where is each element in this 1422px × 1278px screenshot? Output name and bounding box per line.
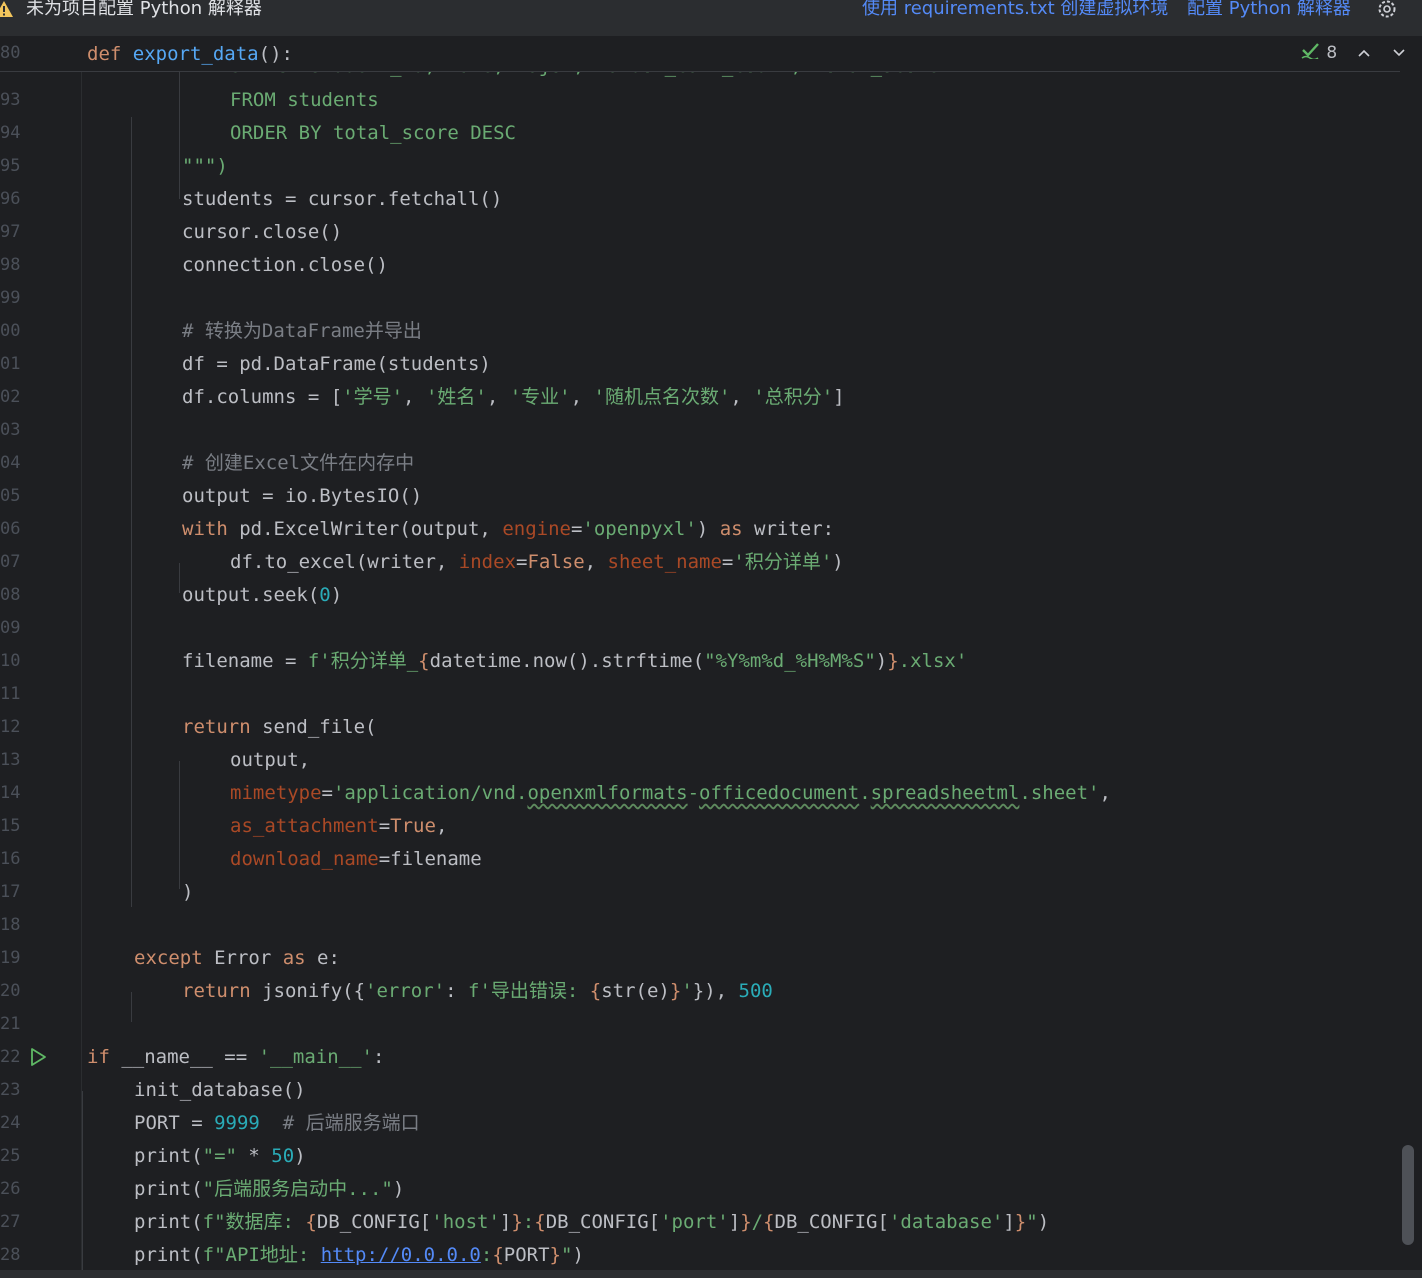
- code-line: except Error as e:: [134, 947, 340, 969]
- line-number: 95: [0, 156, 21, 176]
- line-number: 20: [0, 981, 21, 1001]
- configure-interpreter-link[interactable]: 配置 Python 解释器: [1187, 0, 1351, 21]
- line-number: 21: [0, 1014, 21, 1034]
- indent-guide: [179, 563, 180, 593]
- line-number: 03: [0, 420, 21, 440]
- line-number: 14: [0, 783, 21, 803]
- line-number: 11: [0, 684, 21, 704]
- indent-guide: [82, 1091, 83, 1270]
- sticky-scope-header[interactable]: 80 def export_data():: [0, 37, 1400, 72]
- line-number: 23: [0, 1080, 21, 1100]
- code-comment: # 转换为DataFrame并导出: [182, 320, 422, 342]
- line-number: 07: [0, 552, 21, 572]
- code-line: as_attachment=True,: [230, 815, 448, 837]
- banner-message: 未为项目配置 Python 解释器: [26, 0, 262, 19]
- chevron-down-icon[interactable]: [1392, 43, 1406, 63]
- line-number: 99: [0, 288, 21, 308]
- chevron-up-icon[interactable]: [1357, 43, 1371, 63]
- code-line: ): [182, 881, 194, 903]
- inspection-widget[interactable]: 8: [1301, 41, 1406, 64]
- line-number: 09: [0, 618, 21, 638]
- code-line: PORT = 9999 # 后端服务端口: [134, 1112, 420, 1134]
- code-line: connection.close(): [182, 254, 388, 276]
- line-number: 12: [0, 717, 21, 737]
- create-venv-link[interactable]: 使用 requirements.txt 创建虚拟环境: [862, 0, 1168, 21]
- code-line: df = pd.DataFrame(students): [182, 353, 491, 375]
- code-line: print(f"数据库: {DB_CONFIG['host']}:{DB_CON…: [134, 1211, 1050, 1233]
- line-number: 93: [0, 90, 21, 110]
- code-line: with pd.ExcelWriter(output, engine='open…: [182, 518, 835, 540]
- line-number: 06: [0, 519, 21, 539]
- line-number: 00: [0, 321, 21, 341]
- code-line: return jsonify({'error': f'导出错误: {str(e)…: [182, 980, 773, 1002]
- line-number: 08: [0, 585, 21, 605]
- line-number: 15: [0, 816, 21, 836]
- code-line: mimetype='application/vnd.openxmlformats…: [230, 782, 1111, 804]
- code-comment: # 创建Excel文件在内存中: [182, 452, 415, 474]
- url-link[interactable]: http://0.0.0.0: [321, 1244, 481, 1266]
- line-number: 27: [0, 1212, 21, 1232]
- line-number: 26: [0, 1179, 21, 1199]
- run-icon[interactable]: [28, 1047, 48, 1071]
- line-number: 19: [0, 948, 21, 968]
- line-number: 24: [0, 1113, 21, 1133]
- status-bar-edge: [0, 1270, 1422, 1278]
- code-line: print("=" * 50): [134, 1145, 306, 1167]
- code-editor[interactable]: 80 def export_data(): 8 9193949596979899…: [0, 37, 1422, 1270]
- line-number: 94: [0, 123, 21, 143]
- line-number: 05: [0, 486, 21, 506]
- line-number: 13: [0, 750, 21, 770]
- indent-guide: [179, 67, 180, 199]
- line-number: 98: [0, 255, 21, 275]
- code-line: init_database(): [134, 1079, 306, 1101]
- line-number: 01: [0, 354, 21, 374]
- warning-icon: [0, 0, 14, 22]
- indent-guide: [131, 117, 132, 907]
- code-line: students = cursor.fetchall(): [182, 188, 503, 210]
- code-line: if __name__ == '__main__':: [87, 1046, 385, 1068]
- vertical-scrollbar[interactable]: [1402, 1145, 1414, 1245]
- code-line: FROM students: [230, 89, 379, 111]
- keyword: def: [87, 43, 122, 65]
- code-line: df.to_excel(writer, index=False, sheet_n…: [230, 551, 844, 573]
- notification-banner: 未为项目配置 Python 解释器 使用 requirements.txt 创建…: [0, 0, 1422, 37]
- inspection-count: 8: [1326, 42, 1338, 63]
- code-line: ORDER BY total_score DESC: [230, 122, 516, 144]
- code-line: return send_file(: [182, 716, 377, 738]
- line-number: 28: [0, 1245, 21, 1265]
- line-number: 97: [0, 222, 21, 242]
- gear-icon[interactable]: [1376, 0, 1398, 24]
- code-line: download_name=filename: [230, 848, 482, 870]
- line-number: 96: [0, 189, 21, 209]
- code-line: """): [182, 155, 228, 177]
- code-line: output.seek(0): [182, 584, 343, 606]
- line-number: 04: [0, 453, 21, 473]
- check-icon: [1301, 41, 1321, 64]
- line-number: 17: [0, 882, 21, 902]
- code-line: cursor.close(): [182, 221, 343, 243]
- line-number: 10: [0, 651, 21, 671]
- code-line: print("后端服务启动中..."): [134, 1178, 405, 1200]
- line-number: 18: [0, 915, 21, 935]
- code-line: output,: [230, 749, 311, 771]
- code-line: df.columns = ['学号', '姓名', '专业', '随机点名次数'…: [182, 386, 845, 408]
- function-name: export_data: [132, 43, 259, 65]
- line-number: 80: [0, 43, 21, 63]
- indent-guide: [131, 992, 132, 1022]
- code-line: output = io.BytesIO(): [182, 485, 423, 507]
- indent-guide: [179, 761, 180, 889]
- line-number: 25: [0, 1146, 21, 1166]
- code-line: filename = f'积分详单_{datetime.now().strfti…: [182, 650, 968, 672]
- code-line: print(f"API地址: http://0.0.0.0:{PORT}"): [134, 1244, 584, 1266]
- line-number: 02: [0, 387, 21, 407]
- line-number: 16: [0, 849, 21, 869]
- gutter-divider: [81, 37, 82, 1270]
